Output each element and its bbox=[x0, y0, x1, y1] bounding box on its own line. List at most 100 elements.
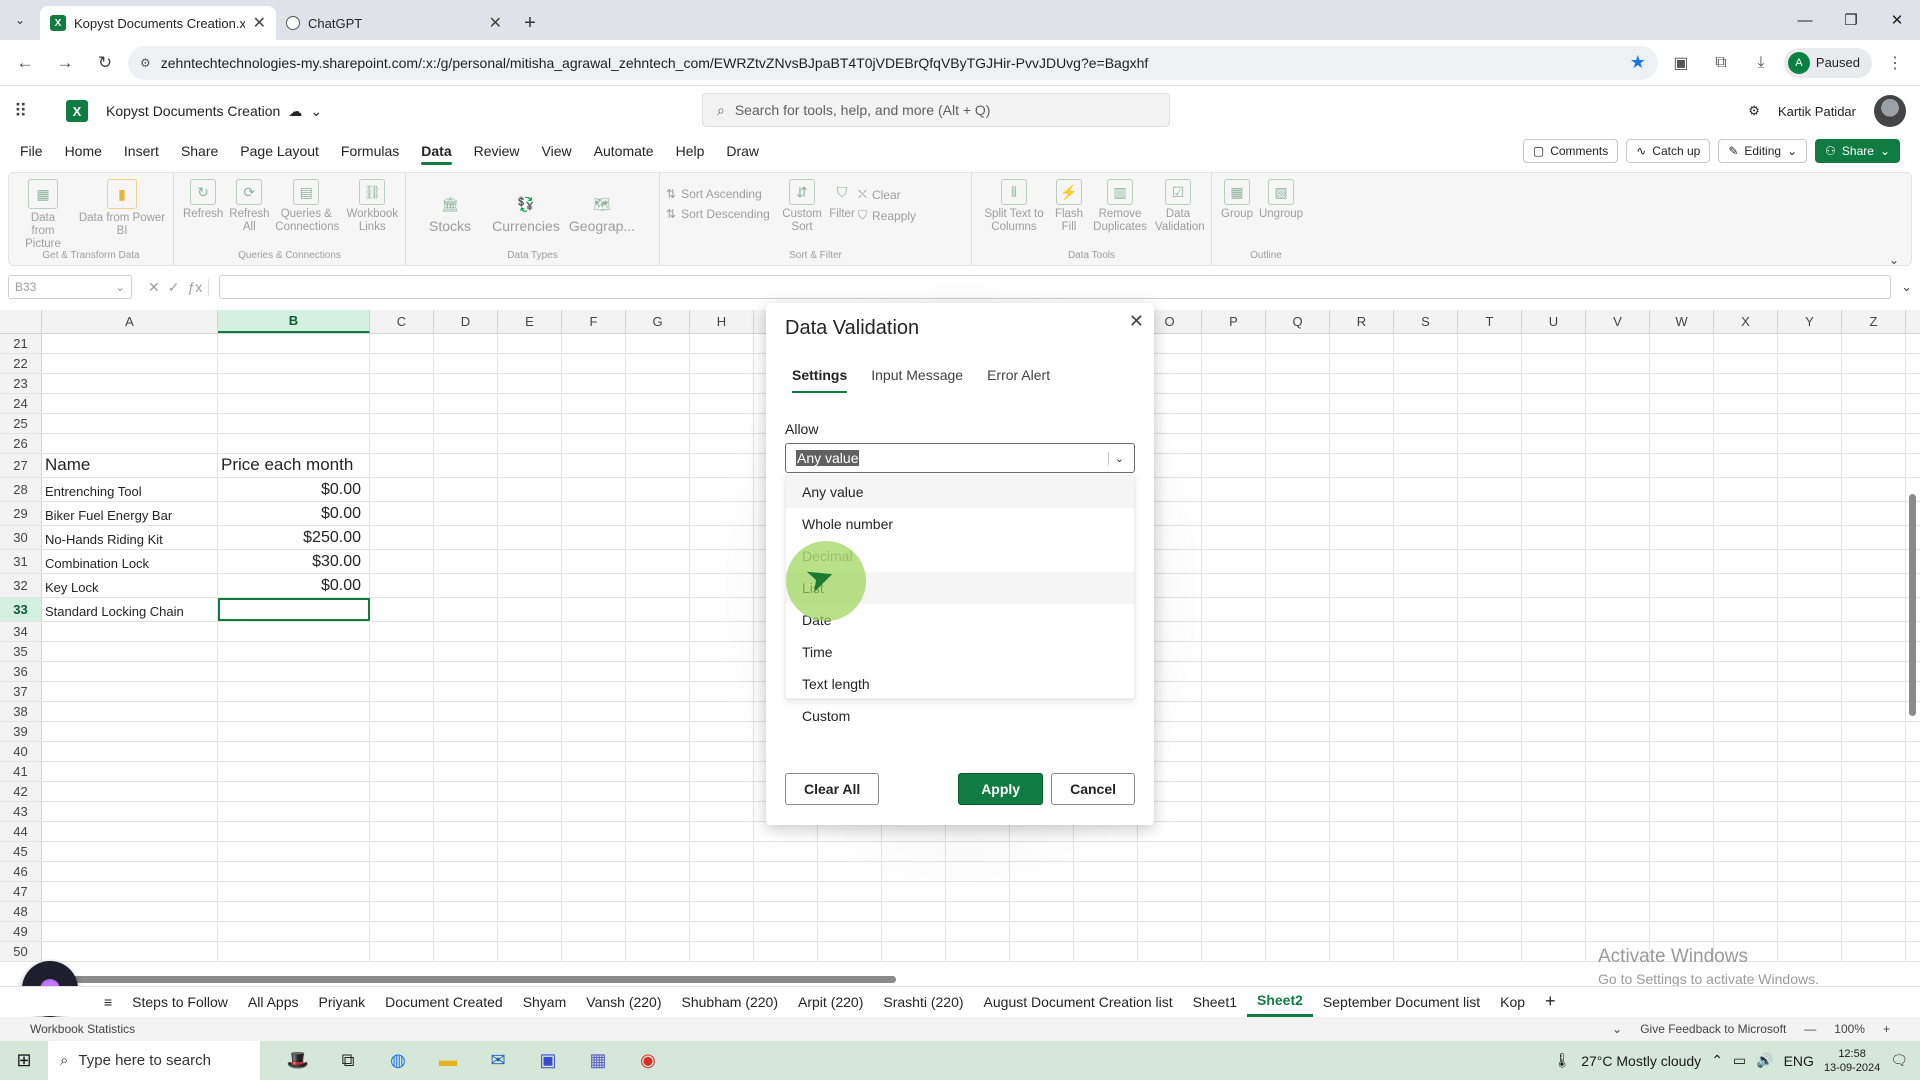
row-header[interactable]: 46 bbox=[0, 862, 42, 881]
row-header[interactable]: 29 bbox=[0, 502, 42, 525]
cell-a50[interactable] bbox=[42, 942, 218, 961]
menu-view[interactable]: View bbox=[542, 143, 572, 159]
row-header[interactable]: 23 bbox=[0, 374, 42, 393]
cell-k48[interactable] bbox=[882, 902, 946, 921]
cell-w27[interactable] bbox=[1650, 454, 1714, 477]
cell-y21[interactable] bbox=[1778, 334, 1842, 353]
cell-b29[interactable]: $0.00 bbox=[218, 502, 370, 525]
catch-up-button[interactable]: ∿ Catch up bbox=[1626, 139, 1711, 163]
cell-x36[interactable] bbox=[1714, 662, 1778, 681]
cell-s45[interactable] bbox=[1394, 842, 1458, 861]
cell-g26[interactable] bbox=[626, 434, 690, 453]
cell-h47[interactable] bbox=[690, 882, 754, 901]
cell-s25[interactable] bbox=[1394, 414, 1458, 433]
cell-p25[interactable] bbox=[1202, 414, 1266, 433]
cell-y36[interactable] bbox=[1778, 662, 1842, 681]
cell-x29[interactable] bbox=[1714, 502, 1778, 525]
row-header[interactable]: 27 bbox=[0, 454, 42, 477]
menu-data[interactable]: Data bbox=[421, 143, 453, 165]
cell-v21[interactable] bbox=[1586, 334, 1650, 353]
cell-f33[interactable] bbox=[562, 598, 626, 621]
cell-p26[interactable] bbox=[1202, 434, 1266, 453]
cell-u30[interactable] bbox=[1522, 526, 1586, 549]
mail-icon[interactable]: ✉ bbox=[474, 1041, 522, 1080]
cell-t24[interactable] bbox=[1458, 394, 1522, 413]
cell-q46[interactable] bbox=[1266, 862, 1330, 881]
row-header[interactable]: 47 bbox=[0, 882, 42, 901]
ribbon-collapse-chevron-icon[interactable]: ⌄ bbox=[1889, 253, 1899, 267]
cell-b35[interactable] bbox=[218, 642, 370, 661]
cell-f39[interactable] bbox=[562, 722, 626, 741]
cell-p46[interactable] bbox=[1202, 862, 1266, 881]
cell-r22[interactable] bbox=[1330, 354, 1394, 373]
cell-g23[interactable] bbox=[626, 374, 690, 393]
cell-q31[interactable] bbox=[1266, 550, 1330, 573]
cell-g43[interactable] bbox=[626, 802, 690, 821]
cell-a46[interactable] bbox=[42, 862, 218, 881]
cell-g44[interactable] bbox=[626, 822, 690, 841]
task-view-icon[interactable]: ⧉ bbox=[324, 1041, 372, 1080]
cell-f44[interactable] bbox=[562, 822, 626, 841]
cell-c28[interactable] bbox=[370, 478, 434, 501]
cell-e47[interactable] bbox=[498, 882, 562, 901]
share-button[interactable]: ⚇ Share ⌄ bbox=[1815, 139, 1900, 163]
cell-c21[interactable] bbox=[370, 334, 434, 353]
cell-u21[interactable] bbox=[1522, 334, 1586, 353]
cell-f42[interactable] bbox=[562, 782, 626, 801]
ungroup-button[interactable]: ▧ Ungroup bbox=[1256, 179, 1306, 221]
cell-t32[interactable] bbox=[1458, 574, 1522, 597]
row-header[interactable]: 30 bbox=[0, 526, 42, 549]
url-field[interactable]: ⚙ zehntechtechnologies-my.sharepoint.com… bbox=[128, 45, 1658, 80]
cell-r43[interactable] bbox=[1330, 802, 1394, 821]
cell-b39[interactable] bbox=[218, 722, 370, 741]
cell-x28[interactable] bbox=[1714, 478, 1778, 501]
cell-y24[interactable] bbox=[1778, 394, 1842, 413]
cell-a44[interactable] bbox=[42, 822, 218, 841]
cell-q21[interactable] bbox=[1266, 334, 1330, 353]
cell-u41[interactable] bbox=[1522, 762, 1586, 781]
cell-g40[interactable] bbox=[626, 742, 690, 761]
cell-y26[interactable] bbox=[1778, 434, 1842, 453]
row-header[interactable]: 34 bbox=[0, 622, 42, 641]
cell-w23[interactable] bbox=[1650, 374, 1714, 393]
cell-f50[interactable] bbox=[562, 942, 626, 961]
option-time[interactable]: Time bbox=[786, 636, 1134, 668]
cell-e43[interactable] bbox=[498, 802, 562, 821]
cell-s21[interactable] bbox=[1394, 334, 1458, 353]
cell-f25[interactable] bbox=[562, 414, 626, 433]
cell-s23[interactable] bbox=[1394, 374, 1458, 393]
cell-c32[interactable] bbox=[370, 574, 434, 597]
cell-u31[interactable] bbox=[1522, 550, 1586, 573]
cell-a43[interactable] bbox=[42, 802, 218, 821]
cell-h48[interactable] bbox=[690, 902, 754, 921]
cell-y37[interactable] bbox=[1778, 682, 1842, 701]
cell-f32[interactable] bbox=[562, 574, 626, 597]
cell-z42[interactable] bbox=[1842, 782, 1906, 801]
allow-dropdown[interactable]: Any value ⌄ bbox=[785, 443, 1135, 473]
cell-s37[interactable] bbox=[1394, 682, 1458, 701]
cell-x37[interactable] bbox=[1714, 682, 1778, 701]
cell-u37[interactable] bbox=[1522, 682, 1586, 701]
cell-x43[interactable] bbox=[1714, 802, 1778, 821]
cell-w44[interactable] bbox=[1650, 822, 1714, 841]
cell-z21[interactable] bbox=[1842, 334, 1906, 353]
cell-w26[interactable] bbox=[1650, 434, 1714, 453]
cell-y32[interactable] bbox=[1778, 574, 1842, 597]
sheet-tab[interactable]: Vansh (220) bbox=[576, 987, 671, 1017]
cell-a33[interactable]: Standard Locking Chain bbox=[42, 598, 218, 621]
cell-c24[interactable] bbox=[370, 394, 434, 413]
cell-r23[interactable] bbox=[1330, 374, 1394, 393]
menu-formulas[interactable]: Formulas bbox=[341, 143, 399, 159]
expand-formula-chevron-icon[interactable]: ⌄ bbox=[1901, 279, 1912, 295]
browser-tab-excel[interactable]: X Kopyst Documents Creation.xls ✕ bbox=[40, 6, 276, 40]
file-explorer-icon[interactable]: ▬ bbox=[424, 1041, 472, 1080]
cell-a29[interactable]: Biker Fuel Energy Bar bbox=[42, 502, 218, 525]
cell-y23[interactable] bbox=[1778, 374, 1842, 393]
cell-j48[interactable] bbox=[818, 902, 882, 921]
cell-d44[interactable] bbox=[434, 822, 498, 841]
row-header[interactable]: 41 bbox=[0, 762, 42, 781]
minimize-icon[interactable]: — bbox=[1782, 0, 1828, 40]
column-header-d[interactable]: D bbox=[434, 310, 498, 333]
menu-help[interactable]: Help bbox=[676, 143, 705, 159]
cell-w28[interactable] bbox=[1650, 478, 1714, 501]
